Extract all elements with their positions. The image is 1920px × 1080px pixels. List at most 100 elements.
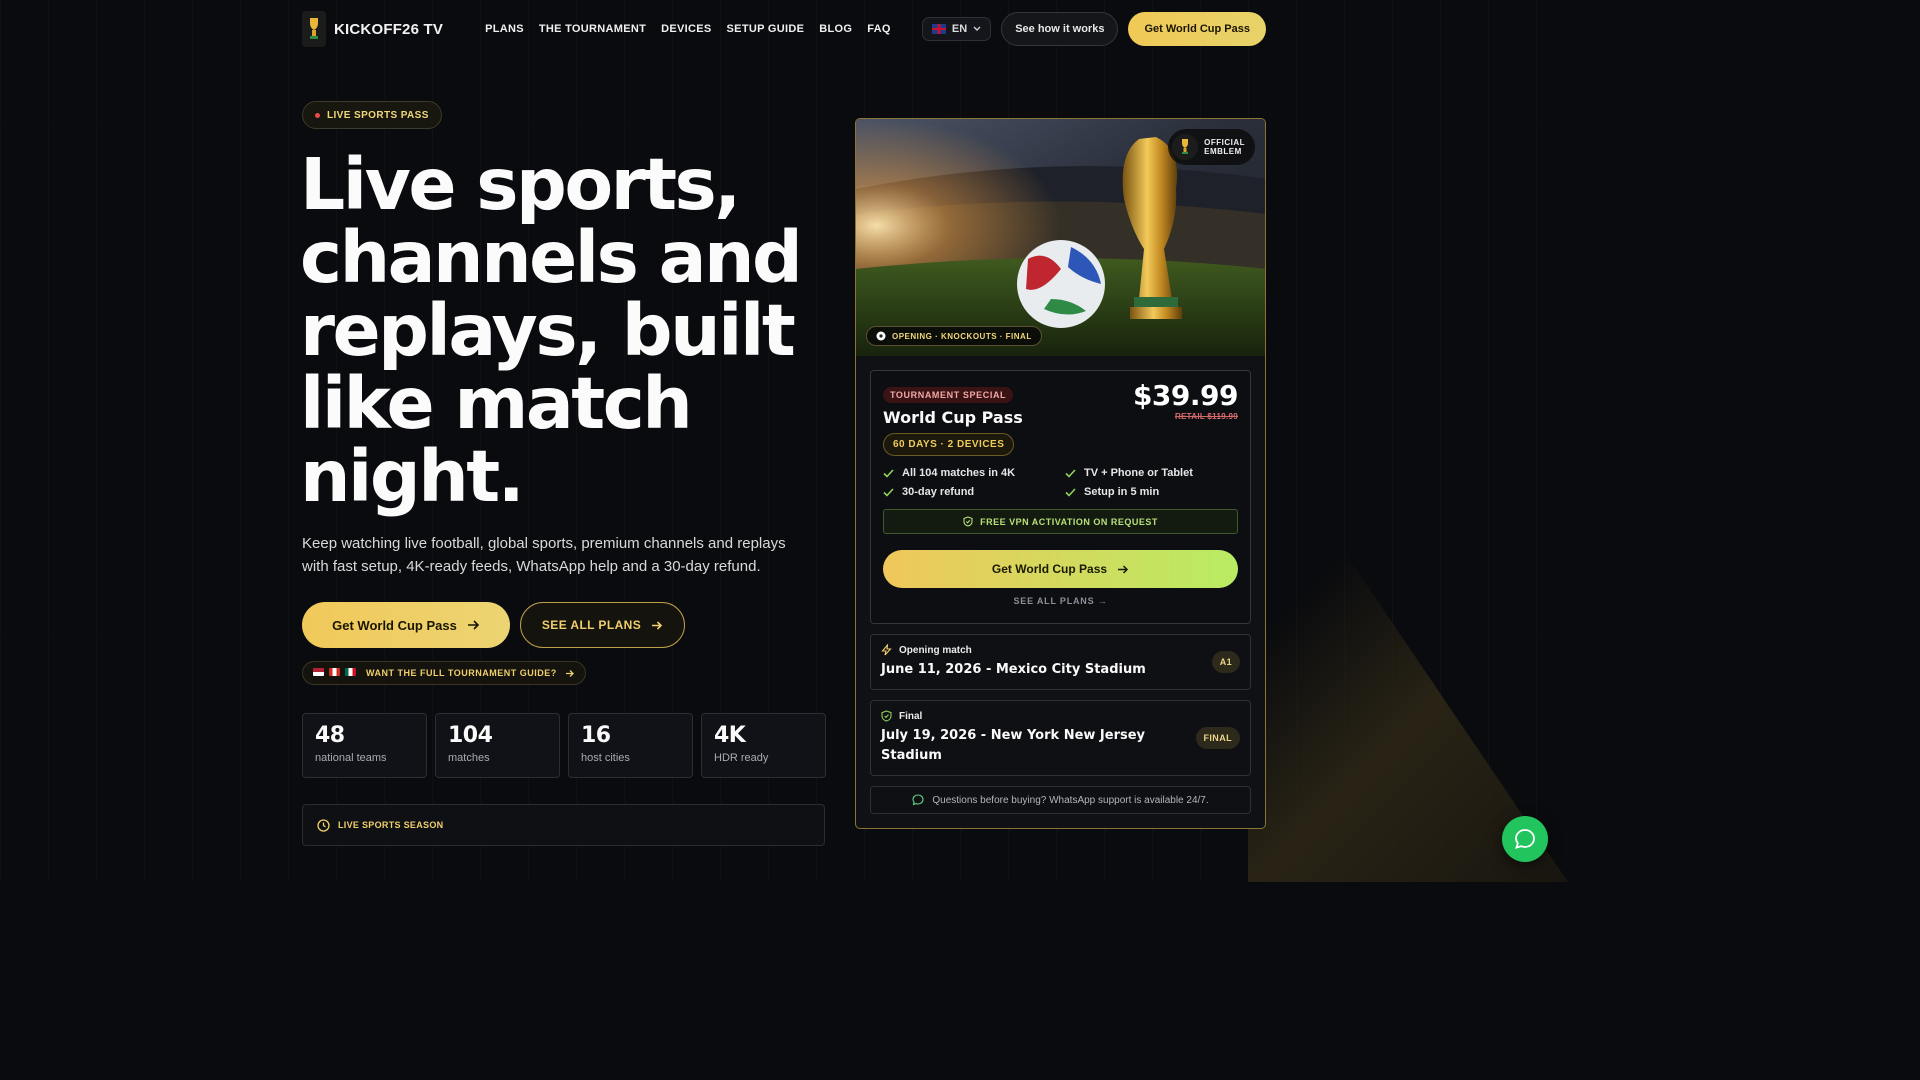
nav-link-devices[interactable]: DEVICES: [661, 23, 711, 35]
official-emblem-badge: OFFICIAL EMBLEM: [1168, 129, 1255, 165]
support-note-label: Questions before buying? WhatsApp suppor…: [932, 794, 1209, 806]
clock-icon: [317, 818, 330, 832]
match-head: Opening match: [881, 644, 1240, 656]
price-value: $39.99: [1132, 379, 1239, 412]
brand-name: KICKOFF26 TV: [334, 20, 444, 38]
world-cup-pass-card: OFFICIAL EMBLEM OPENING · KNOCKOUTS · FI…: [855, 118, 1266, 829]
match-final-badge: FINAL: [1195, 727, 1240, 749]
guide-link-label: WANT THE FULL TOURNAMENT GUIDE?: [366, 668, 557, 678]
emblem-line-2: EMBLEM: [1204, 147, 1242, 156]
shield-check-icon: [881, 710, 892, 722]
card-get-pass-label: Get World Cup Pass: [991, 562, 1108, 576]
match-head: Final: [881, 710, 1240, 722]
check-icon: [883, 468, 894, 478]
feature-label: 30-day refund: [902, 486, 975, 498]
nav-get-pass-button[interactable]: Get World Cup Pass: [1128, 12, 1266, 46]
live-sports-pill: LIVE SPORTS PASS: [302, 101, 442, 129]
uk-flag-icon: [931, 24, 946, 34]
vpn-note-label: FREE VPN ACTIVATION ON REQUEST: [980, 516, 1158, 527]
feature-label: TV + Phone or Tablet: [1084, 467, 1193, 479]
stat-card: 4K HDR ready: [701, 713, 826, 778]
season-label: LIVE SPORTS SEASON: [338, 820, 444, 830]
nav-actions: EN See how it works Get World Cup Pass: [921, 12, 1266, 46]
language-selector[interactable]: EN: [921, 17, 992, 41]
feature-item: TV + Phone or Tablet: [1065, 467, 1235, 479]
brand-logo[interactable]: KICKOFF26 TV: [302, 11, 443, 47]
arrow-right-icon: [467, 620, 479, 630]
card-get-pass-button[interactable]: Get World Cup Pass: [883, 550, 1238, 588]
hero-see-all-plans-label: SEE ALL PLANS: [541, 618, 642, 632]
nav-link-blog[interactable]: BLOG: [819, 23, 852, 35]
arrow-right-icon: [1118, 564, 1129, 574]
stat-card: 48 national teams: [302, 713, 427, 778]
match-label: Final: [899, 710, 923, 722]
whatsapp-chat-button[interactable]: [1502, 816, 1548, 862]
check-icon: [1065, 487, 1076, 497]
soccer-ball-icon: [876, 331, 886, 341]
tournament-special-badge: TOURNAMENT SPECIAL: [883, 387, 1014, 403]
card-see-all-plans-link[interactable]: SEE ALL PLANS →: [883, 596, 1238, 606]
retail-price: RETAIL $119.99: [1174, 412, 1238, 421]
stat-card: 104 matches: [435, 713, 560, 778]
check-icon: [1065, 468, 1076, 478]
tournament-guide-link[interactable]: WANT THE FULL TOURNAMENT GUIDE?: [302, 661, 586, 685]
stat-label: host cities: [581, 752, 630, 764]
nav-link-tournament[interactable]: THE TOURNAMENT: [539, 23, 646, 35]
lightning-icon: [881, 644, 892, 656]
nav-links: PLANS THE TOURNAMENT DEVICES SETUP GUIDE…: [485, 23, 891, 35]
stat-value: 16: [581, 723, 611, 748]
arrow-right-icon: [565, 669, 574, 677]
top-navigation: KICKOFF26 TV PLANS THE TOURNAMENT DEVICE…: [302, 10, 1266, 48]
match-title: June 11, 2026 - Mexico City Stadium: [881, 662, 1146, 677]
host-flags-icon: [313, 668, 358, 678]
emblem-line-1: OFFICIAL: [1204, 138, 1245, 147]
match-label: Opening match: [899, 644, 972, 656]
stat-card: 16 host cities: [568, 713, 693, 778]
see-how-it-works-button[interactable]: See how it works: [1001, 12, 1119, 46]
feature-item: All 104 matches in 4K: [883, 467, 1065, 479]
final-match-card: Final July 19, 2026 - New York New Jerse…: [870, 700, 1251, 776]
whatsapp-icon: [1515, 829, 1535, 849]
stage-tag: OPENING · KNOCKOUTS · FINAL: [866, 326, 1042, 346]
feature-list: All 104 matches in 4K TV + Phone or Tabl…: [883, 467, 1238, 498]
live-dot-icon: [315, 112, 320, 118]
stat-label: HDR ready: [714, 752, 769, 764]
whatsapp-support-note: Questions before buying? WhatsApp suppor…: [870, 786, 1251, 814]
hero-see-all-plans-button[interactable]: SEE ALL PLANS: [520, 602, 685, 648]
feature-item: Setup in 5 min: [1065, 486, 1235, 498]
chat-bubble-icon: [912, 794, 924, 806]
nav-link-setup-guide[interactable]: SETUP GUIDE: [727, 23, 805, 35]
stat-label: national teams: [315, 752, 387, 764]
stat-value: 4K: [714, 723, 746, 748]
nav-link-faq[interactable]: FAQ: [867, 23, 891, 35]
vpn-note: FREE VPN ACTIVATION ON REQUEST: [883, 509, 1238, 534]
shield-check-icon: [963, 516, 973, 527]
stat-value: 104: [448, 723, 493, 748]
feature-label: All 104 matches in 4K: [902, 467, 1016, 479]
opening-match-card: Opening match June 11, 2026 - Mexico Cit…: [870, 634, 1251, 690]
hero-cta-row: Get World Cup Pass SEE ALL PLANS: [302, 602, 685, 648]
nav-link-plans[interactable]: PLANS: [485, 23, 524, 35]
language-label: EN: [951, 23, 968, 35]
hero-get-pass-button[interactable]: Get World Cup Pass: [302, 602, 510, 648]
pass-offer: TOURNAMENT SPECIAL World Cup Pass 60 DAY…: [870, 370, 1251, 624]
feature-label: Setup in 5 min: [1084, 486, 1160, 498]
duration-badge: 60 DAYS · 2 DEVICES: [883, 433, 1015, 456]
stadium-trophy-image: OFFICIAL EMBLEM OPENING · KNOCKOUTS · FI…: [856, 119, 1265, 356]
feature-item: 30-day refund: [883, 486, 1065, 498]
hero-title: Live sports, channels and replays, built…: [300, 143, 803, 518]
check-icon: [883, 487, 894, 497]
stage-tag-label: OPENING · KNOCKOUTS · FINAL: [892, 331, 1032, 341]
stat-value: 48: [315, 723, 345, 748]
stats-row: 48 national teams 104 matches 16 host ci…: [302, 713, 826, 778]
match-group-badge: A1: [1211, 651, 1240, 673]
background-glow: [1248, 410, 1568, 882]
arrow-right-icon: [652, 620, 663, 630]
trophy-icon: [302, 11, 326, 47]
hero-subtitle: Keep watching live football, global spor…: [302, 535, 786, 575]
chevron-down-icon: [973, 26, 981, 31]
live-season-bar: LIVE SPORTS SEASON: [302, 804, 825, 846]
hero-get-pass-label: Get World Cup Pass: [332, 617, 457, 633]
price-block: $39.99 RETAIL $119.99: [1132, 379, 1239, 421]
pill-label: LIVE SPORTS PASS: [327, 109, 429, 121]
